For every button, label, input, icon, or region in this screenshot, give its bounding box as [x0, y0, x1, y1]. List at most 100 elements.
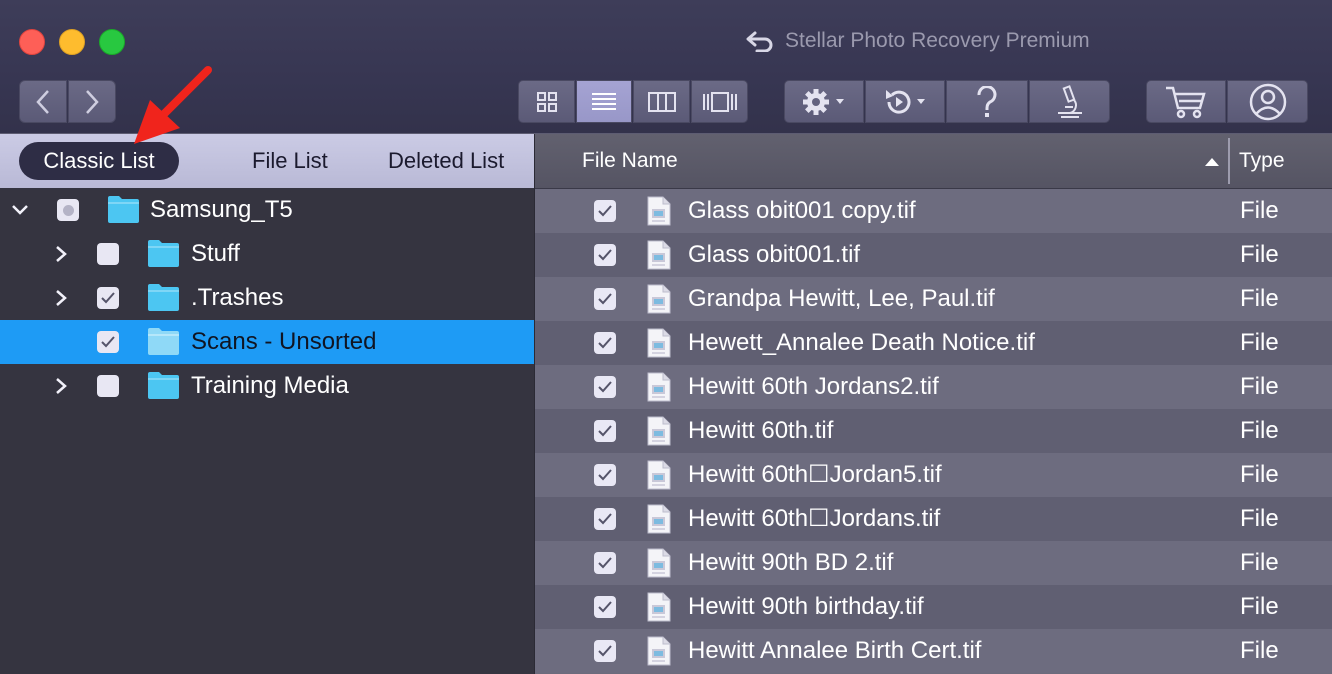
tree-label: Samsung_T5	[150, 196, 293, 223]
file-checkbox[interactable]	[594, 200, 616, 222]
folder-icon	[148, 372, 179, 399]
file-name-cell: Hewitt 90th birthday.tif	[688, 593, 924, 620]
help-button[interactable]	[946, 80, 1028, 123]
file-checkbox[interactable]	[594, 508, 616, 530]
account-icon	[1249, 83, 1286, 120]
recover-button[interactable]	[865, 80, 945, 123]
table-row[interactable]: Hewitt 60th☐Jordan5.tif File	[535, 453, 1332, 497]
grid-view-icon	[536, 91, 557, 112]
stellar-logo-icon	[746, 31, 773, 52]
tree-row[interactable]: Samsung_T5	[0, 188, 534, 232]
settings-button[interactable]	[784, 80, 864, 123]
file-checkbox[interactable]	[594, 288, 616, 310]
microscope-icon	[1057, 84, 1082, 118]
tree-label: Stuff	[191, 240, 240, 267]
tree-row-selected[interactable]: Scans - Unsorted	[0, 320, 534, 364]
table-row[interactable]: Glass obit001 copy.tif File	[535, 189, 1332, 233]
help-icon	[977, 85, 997, 117]
checkmark-icon	[598, 381, 612, 393]
checkmark-icon	[101, 292, 115, 304]
chevron-right-icon	[86, 89, 99, 114]
document-icon	[647, 284, 671, 314]
list-view-icon	[592, 92, 616, 110]
table-row[interactable]: Hewitt 60th☐Jordans.tif File	[535, 497, 1332, 541]
folder-icon	[108, 196, 139, 223]
column-header-file-name[interactable]: File Name	[582, 134, 678, 188]
back-button[interactable]	[19, 80, 67, 123]
file-name-cell: Glass obit001 copy.tif	[688, 197, 916, 224]
analyze-button[interactable]	[1029, 80, 1110, 123]
file-type-cell: File	[1240, 285, 1279, 312]
tree-checkbox[interactable]	[97, 375, 119, 397]
file-checkbox[interactable]	[594, 596, 616, 618]
tab-classic-list[interactable]: Classic List	[19, 142, 179, 180]
file-table-body: Glass obit001 copy.tif File Glass obit001.…	[535, 189, 1332, 673]
file-checkbox[interactable]	[594, 420, 616, 442]
columns-view-button[interactable]	[633, 80, 690, 123]
forward-button[interactable]	[68, 80, 116, 123]
checkmark-icon	[101, 336, 115, 348]
tree-checkbox[interactable]	[97, 243, 119, 265]
grid-view-button[interactable]	[518, 80, 575, 123]
gear-icon	[803, 88, 844, 115]
table-row[interactable]: Hewitt 60th Jordans2.tif File	[535, 365, 1332, 409]
file-checkbox[interactable]	[594, 244, 616, 266]
table-row[interactable]: Hewitt 90th BD 2.tif File	[535, 541, 1332, 585]
window-title: Stellar Photo Recovery Premium	[785, 29, 1090, 52]
file-checkbox[interactable]	[594, 640, 616, 662]
title-bar: Stellar Photo Recovery Premium	[0, 0, 1332, 134]
tree-label: .Trashes	[191, 284, 284, 311]
file-name-cell: Hewitt 60th Jordans2.tif	[688, 373, 939, 400]
list-view-button[interactable]	[576, 80, 632, 123]
sort-ascending-icon[interactable]	[1205, 158, 1219, 166]
table-row[interactable]: Glass obit001.tif File	[535, 233, 1332, 277]
checkmark-icon	[598, 337, 612, 349]
file-type-cell: File	[1240, 373, 1279, 400]
document-icon	[647, 416, 671, 446]
tree-row[interactable]: Stuff	[0, 232, 534, 276]
table-row[interactable]: Hewitt Annalee Birth Cert.tif File	[535, 629, 1332, 673]
checkmark-icon	[598, 205, 612, 217]
app-title: Stellar Photo Recovery Premium	[745, 28, 1090, 54]
chevron-down-icon[interactable]	[11, 200, 29, 220]
tree-row[interactable]: Training Media	[0, 364, 534, 408]
chevron-right-icon[interactable]	[52, 376, 70, 396]
file-name-cell: Hewitt 60th☐Jordans.tif	[688, 505, 941, 532]
table-row[interactable]: Grandpa Hewitt, Lee, Paul.tif File	[535, 277, 1332, 321]
minimize-window-button[interactable]	[59, 29, 85, 55]
tree-checkbox[interactable]	[97, 331, 119, 353]
coverflow-view-button[interactable]	[691, 80, 748, 123]
account-button[interactable]	[1227, 80, 1308, 123]
tab-file-list[interactable]: File List	[252, 142, 328, 180]
chevron-right-icon[interactable]	[52, 244, 70, 264]
close-window-button[interactable]	[19, 29, 45, 55]
file-checkbox[interactable]	[594, 552, 616, 574]
table-row[interactable]: Hewett_Annalee Death Notice.tif File	[535, 321, 1332, 365]
file-checkbox[interactable]	[594, 464, 616, 486]
tree-checkbox[interactable]	[57, 199, 79, 221]
folder-icon	[148, 328, 179, 355]
column-header-type[interactable]: Type	[1239, 134, 1285, 188]
table-row[interactable]: Hewitt 60th.tif File	[535, 409, 1332, 453]
table-row[interactable]: Hewitt 90th birthday.tif File	[535, 585, 1332, 629]
chevron-right-icon[interactable]	[52, 288, 70, 308]
zoom-window-button[interactable]	[99, 29, 125, 55]
left-panel: Classic List File List Deleted List Sams…	[0, 134, 534, 674]
checkmark-icon	[598, 601, 612, 613]
file-checkbox[interactable]	[594, 376, 616, 398]
coverflow-view-icon	[702, 91, 737, 112]
checkmark-icon	[598, 557, 612, 569]
tree-row[interactable]: .Trashes	[0, 276, 534, 320]
file-name-cell: Hewitt 60th.tif	[688, 417, 834, 444]
tab-deleted-list[interactable]: Deleted List	[388, 142, 504, 180]
tree-label: Scans - Unsorted	[191, 328, 377, 355]
tree-checkbox[interactable]	[97, 287, 119, 309]
document-icon	[647, 636, 671, 666]
column-resize-handle[interactable]	[1228, 138, 1230, 184]
folder-tree: Samsung_T5 Stuff .Trashes Scans - Unsort…	[0, 188, 534, 408]
checkmark-icon	[598, 249, 612, 261]
document-icon	[647, 196, 671, 226]
table-header: File Name Type	[535, 134, 1332, 189]
cart-button[interactable]	[1146, 80, 1226, 123]
file-checkbox[interactable]	[594, 332, 616, 354]
